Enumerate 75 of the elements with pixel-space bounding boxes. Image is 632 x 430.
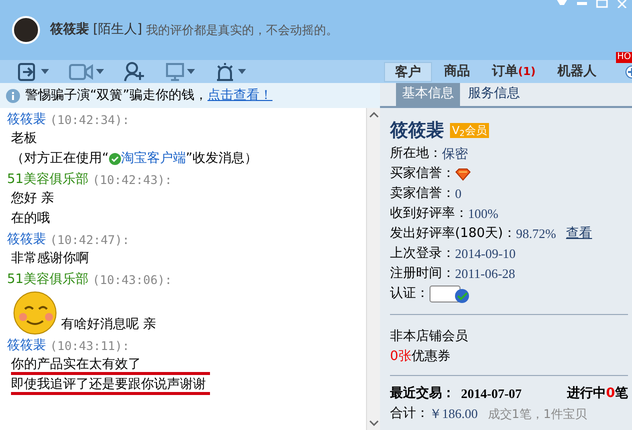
caret-icon (96, 69, 104, 74)
message-time: (10:42:34): (50, 112, 130, 128)
total-amount: ￥186.00 (429, 405, 478, 424)
total-label: 合计： (390, 405, 429, 424)
notice-text: 警惕骗子演“双簧”骗走你的钱， (25, 86, 208, 105)
top-tab[interactable]: 商品 (434, 62, 480, 82)
total-detail: 成交1笔，1件宝贝 (488, 406, 588, 423)
message-time: (10:43:06): (92, 272, 172, 288)
sender-name: 筱筱裴 (7, 110, 46, 129)
caret-icon (238, 69, 246, 74)
message-text: 非常感谢你啊 (11, 250, 89, 268)
field-label: 买家信誉： (390, 165, 455, 184)
video-camera-icon[interactable] (69, 64, 93, 80)
screen-share-icon[interactable] (166, 62, 184, 80)
recent-label: 最近交易： (390, 384, 455, 404)
message-time: (10:42:47): (50, 232, 130, 248)
message-text: 即使我追评了还是要跟你说声谢谢 (11, 375, 210, 395)
field-label: 上次登录： (390, 245, 455, 264)
field-value: 0 (455, 185, 462, 204)
contact-name: 筱筱裴 (50, 21, 89, 40)
sender-name: 筱筱裴 (7, 336, 46, 355)
customer-name: 筱筱裴 (390, 118, 444, 142)
info-icon (6, 88, 20, 102)
membership-status: 非本店铺会员 (390, 328, 469, 346)
field-value: 2014-09-10 (455, 245, 516, 264)
client-note: （对方正在使用“ 淘宝客户端”收发消息） (11, 149, 258, 169)
sender-name: 筱筱裴 (7, 230, 46, 249)
field-label: 发出好评率(180天)： (390, 225, 516, 244)
message-text: 有啥好消息呢 亲 (61, 316, 156, 334)
field-label: 所在地： (390, 145, 442, 164)
certificate-icon (429, 284, 471, 304)
message-text: 你的产品实在太有效了 (11, 355, 210, 375)
field-value: 98.72% (516, 225, 556, 244)
sender-name: 51美容俱乐部 (7, 170, 89, 189)
contact-signature: 我的评价都是真实的，不会动摇的。 (146, 22, 338, 39)
top-tab[interactable]: 订单(1) (482, 62, 546, 82)
field-label: 认证： (390, 285, 429, 304)
coupon-count: 0张 (390, 348, 412, 366)
field-label: 收到好评率： (390, 205, 468, 224)
recent-date: 2014-07-07 (461, 385, 522, 404)
message-text: 您好 亲 (11, 190, 54, 208)
ongoing-label: 进行中 (566, 385, 606, 404)
diamond-icon (455, 168, 471, 180)
field-value: 保密 (442, 145, 468, 164)
ongoing-unit: 笔 (615, 385, 628, 404)
field-value: 2011-06-28 (455, 265, 516, 284)
message-time: (10:42:43): (92, 172, 172, 188)
message-time: (10:43:11): (50, 338, 130, 354)
shield-check-icon (108, 153, 121, 165)
field-value: 100% (468, 205, 498, 224)
message-text: 老板 (11, 130, 38, 148)
hot-badge: HO (616, 52, 632, 63)
avatar[interactable] (12, 16, 40, 44)
scroll-down-icon[interactable] (368, 420, 378, 426)
message-text: 在的哦 (11, 210, 51, 228)
client-link[interactable]: 淘宝客户端 (120, 149, 186, 169)
field-label: 注册时间： (390, 265, 455, 284)
scroll-up-icon[interactable] (368, 112, 378, 118)
scrollbar[interactable] (366, 108, 380, 430)
contact-relation: [陌生人] (93, 21, 142, 40)
caret-icon (187, 69, 195, 74)
coupon-label: 优惠券 (411, 348, 450, 366)
send-file-icon[interactable] (18, 62, 38, 80)
alarm-light-icon[interactable] (215, 62, 235, 82)
top-tab[interactable]: 客户 (384, 62, 432, 82)
vip-badge: V$_{2}$会员 (450, 122, 489, 138)
add-icon[interactable] (623, 65, 632, 79)
caret-icon (41, 69, 49, 74)
info-tab[interactable]: 服务信息 (462, 82, 526, 106)
field-label: 卖家信誉： (390, 185, 455, 204)
sender-name: 51美容俱乐部 (7, 270, 89, 289)
top-tab[interactable]: 机器人 (548, 62, 607, 82)
ongoing-count: 0 (606, 385, 615, 404)
notice-link[interactable]: 点击查看！ (207, 86, 272, 106)
view-link[interactable]: 查看 (566, 224, 592, 244)
